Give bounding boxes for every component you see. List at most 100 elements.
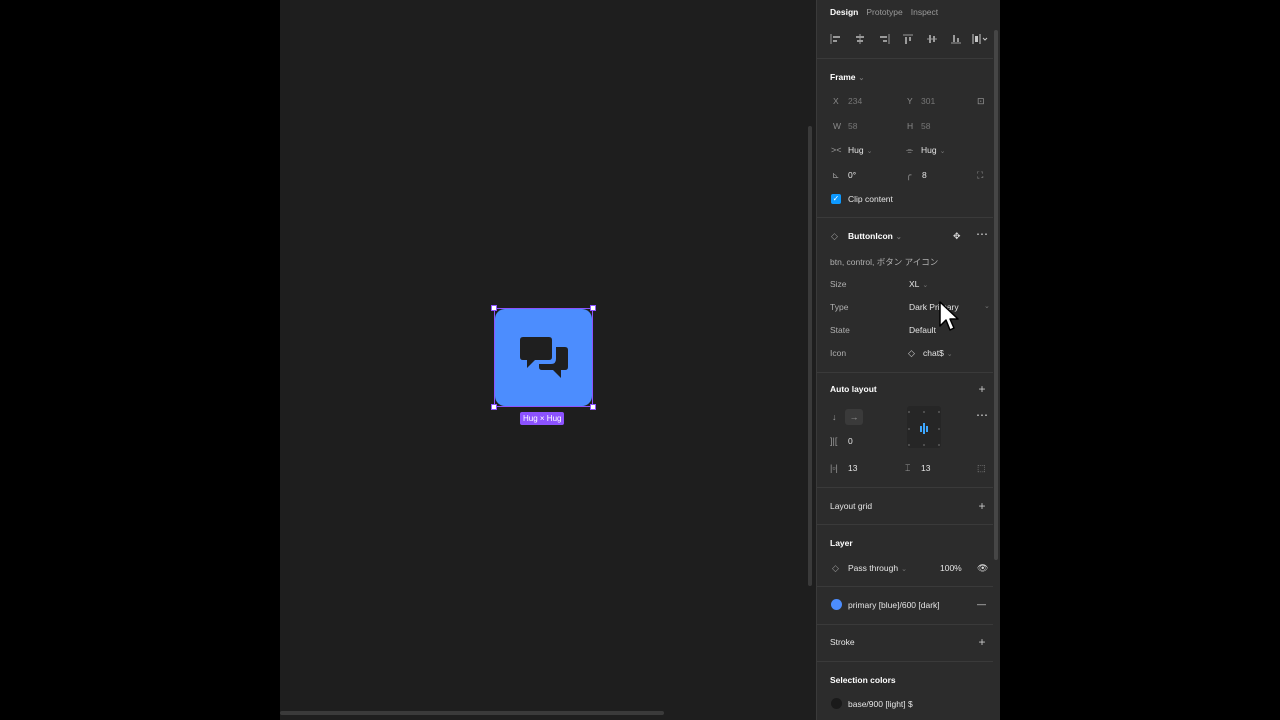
h-label: H — [907, 121, 914, 131]
go-to-main-component-icon[interactable]: ✥ — [953, 231, 961, 241]
button-icon-component[interactable] — [495, 309, 592, 406]
corner-radius-icon: ╭ — [906, 170, 912, 180]
independent-corners-icon[interactable]: ⛶ — [977, 170, 983, 180]
divider — [817, 487, 993, 488]
divider — [817, 661, 993, 662]
divider — [817, 58, 993, 59]
properties-panel: Design Prototype Inspect Frame ⌄ X 234 Y … — [816, 0, 1000, 720]
item-spacing-input[interactable]: 0 — [848, 436, 853, 446]
align-vertical-center-icon[interactable] — [923, 31, 941, 47]
distribute-icon[interactable] — [971, 31, 989, 47]
divider — [817, 217, 993, 218]
layout-grid-title: Layout grid — [830, 501, 873, 511]
canvas-horizontal-scrollbar[interactable] — [280, 711, 664, 715]
horizontal-padding-icon: |▫| — [830, 463, 838, 473]
align-left-icon[interactable] — [827, 31, 845, 47]
y-input[interactable]: 301 — [921, 96, 935, 106]
chevron-down-icon: ⌄ — [895, 234, 902, 241]
divider — [817, 524, 993, 525]
selection-colors-title: Selection colors — [830, 675, 896, 685]
vertical-padding-input[interactable]: 13 — [921, 463, 930, 473]
horizontal-padding-input[interactable]: 13 — [848, 463, 857, 473]
blend-mode-select[interactable]: Pass through ⌄ — [848, 563, 907, 573]
divider — [817, 624, 993, 625]
tab-prototype[interactable]: Prototype — [866, 7, 902, 17]
resize-handle-top-left[interactable] — [491, 305, 497, 311]
add-layout-grid-icon[interactable]: + — [976, 500, 988, 512]
horizontal-resizing-select[interactable]: Hug ⌄ — [848, 145, 872, 155]
size-prop-select[interactable]: XL ⌄ — [909, 279, 928, 289]
component-instance-icon: ◇ — [831, 231, 838, 241]
type-prop-label: Type — [830, 302, 849, 312]
fill-style-name[interactable]: primary [blue]/600 [dark] — [848, 600, 940, 610]
horizontal-direction-icon[interactable]: → — [845, 409, 863, 425]
canvas-vertical-scrollbar[interactable] — [808, 126, 812, 586]
chevron-down-icon: ⌄ — [984, 303, 990, 310]
design-canvas[interactable]: Hug × Hug — [280, 0, 816, 720]
hug-vertical-icon: ⌯ — [906, 145, 914, 155]
selection-color-swatch[interactable] — [831, 698, 842, 709]
mouse-cursor-icon — [939, 301, 959, 331]
size-prop-label: Size — [830, 279, 847, 289]
eye-icon[interactable]: 👁 — [977, 563, 988, 573]
width-input[interactable]: 58 — [848, 121, 857, 131]
align-horizontal-center-icon[interactable] — [851, 31, 869, 47]
chevron-down-icon: ⌄ — [901, 566, 907, 573]
spacing-icon: ]|[ — [830, 436, 838, 446]
chat-icon — [519, 336, 568, 378]
alignment-center-indicator — [920, 423, 928, 434]
individual-padding-icon[interactable]: ⬚ — [977, 463, 986, 473]
chevron-down-icon: ⌄ — [939, 148, 946, 155]
panel-tabs: Design Prototype Inspect — [830, 7, 938, 17]
icon-prop-label: Icon — [830, 348, 847, 358]
stroke-section-title: Stroke — [830, 637, 855, 647]
chevron-down-icon: ⌄ — [866, 148, 873, 155]
x-input[interactable]: 234 — [848, 96, 862, 106]
resize-handle-bottom-left[interactable] — [491, 404, 497, 410]
component-description: btn, control, ボタン アイコン — [830, 257, 939, 267]
auto-layout-title: Auto layout — [830, 384, 877, 394]
auto-layout-more-icon[interactable]: ⋯ — [976, 409, 988, 421]
state-prop-label: State — [830, 325, 850, 335]
y-label: Y — [907, 96, 913, 106]
fill-color-swatch[interactable] — [831, 599, 842, 610]
selection-color-name[interactable]: base/900 [light] $ — [848, 699, 913, 709]
vertical-direction-icon[interactable]: ↓ — [832, 412, 837, 422]
resize-handle-bottom-right[interactable] — [590, 404, 596, 410]
add-stroke-icon[interactable]: + — [976, 636, 988, 648]
align-right-icon[interactable] — [875, 31, 893, 47]
x-label: X — [833, 96, 839, 106]
divider — [817, 586, 993, 587]
rotation-input[interactable]: 0° — [848, 170, 856, 180]
state-prop-select[interactable]: Default — [909, 325, 936, 335]
blend-mode-icon: ◇ — [832, 563, 839, 573]
frame-section-title[interactable]: Frame ⌄ — [830, 72, 864, 82]
divider — [817, 372, 993, 373]
chevron-down-icon: ⌄ — [946, 351, 953, 358]
component-name-select[interactable]: ButtonIcon ⌄ — [848, 231, 902, 241]
panel-scrollbar[interactable] — [994, 30, 998, 560]
align-bottom-icon[interactable] — [947, 31, 965, 47]
remove-fill-icon[interactable]: — — [977, 599, 986, 609]
alignment-toolbar — [827, 31, 989, 47]
more-options-icon[interactable]: ⋯ — [976, 228, 988, 240]
position-icon[interactable]: ⊡ — [977, 96, 985, 106]
height-input[interactable]: 58 — [921, 121, 930, 131]
opacity-input[interactable]: 100% — [940, 563, 962, 573]
instance-swap-icon: ◇ — [908, 348, 915, 358]
icon-prop-select[interactable]: chat$ ⌄ — [923, 348, 953, 358]
vertical-padding-icon: ⌶ — [905, 463, 911, 473]
clip-content-checkbox[interactable]: ✓ — [831, 194, 841, 204]
resize-handle-top-right[interactable] — [590, 305, 596, 311]
tab-inspect[interactable]: Inspect — [911, 7, 938, 17]
add-auto-layout-icon[interactable]: + — [976, 383, 988, 395]
align-top-icon[interactable] — [899, 31, 917, 47]
tab-design[interactable]: Design — [830, 7, 858, 17]
w-label: W — [833, 121, 842, 131]
layer-section-title: Layer — [830, 538, 853, 548]
vertical-resizing-select[interactable]: Hug ⌄ — [921, 145, 945, 155]
corner-radius-input[interactable]: 8 — [922, 170, 927, 180]
clip-content-label: Clip content — [848, 194, 893, 204]
chevron-down-icon: ⌄ — [922, 282, 929, 289]
chevron-down-icon: ⌄ — [858, 75, 865, 82]
